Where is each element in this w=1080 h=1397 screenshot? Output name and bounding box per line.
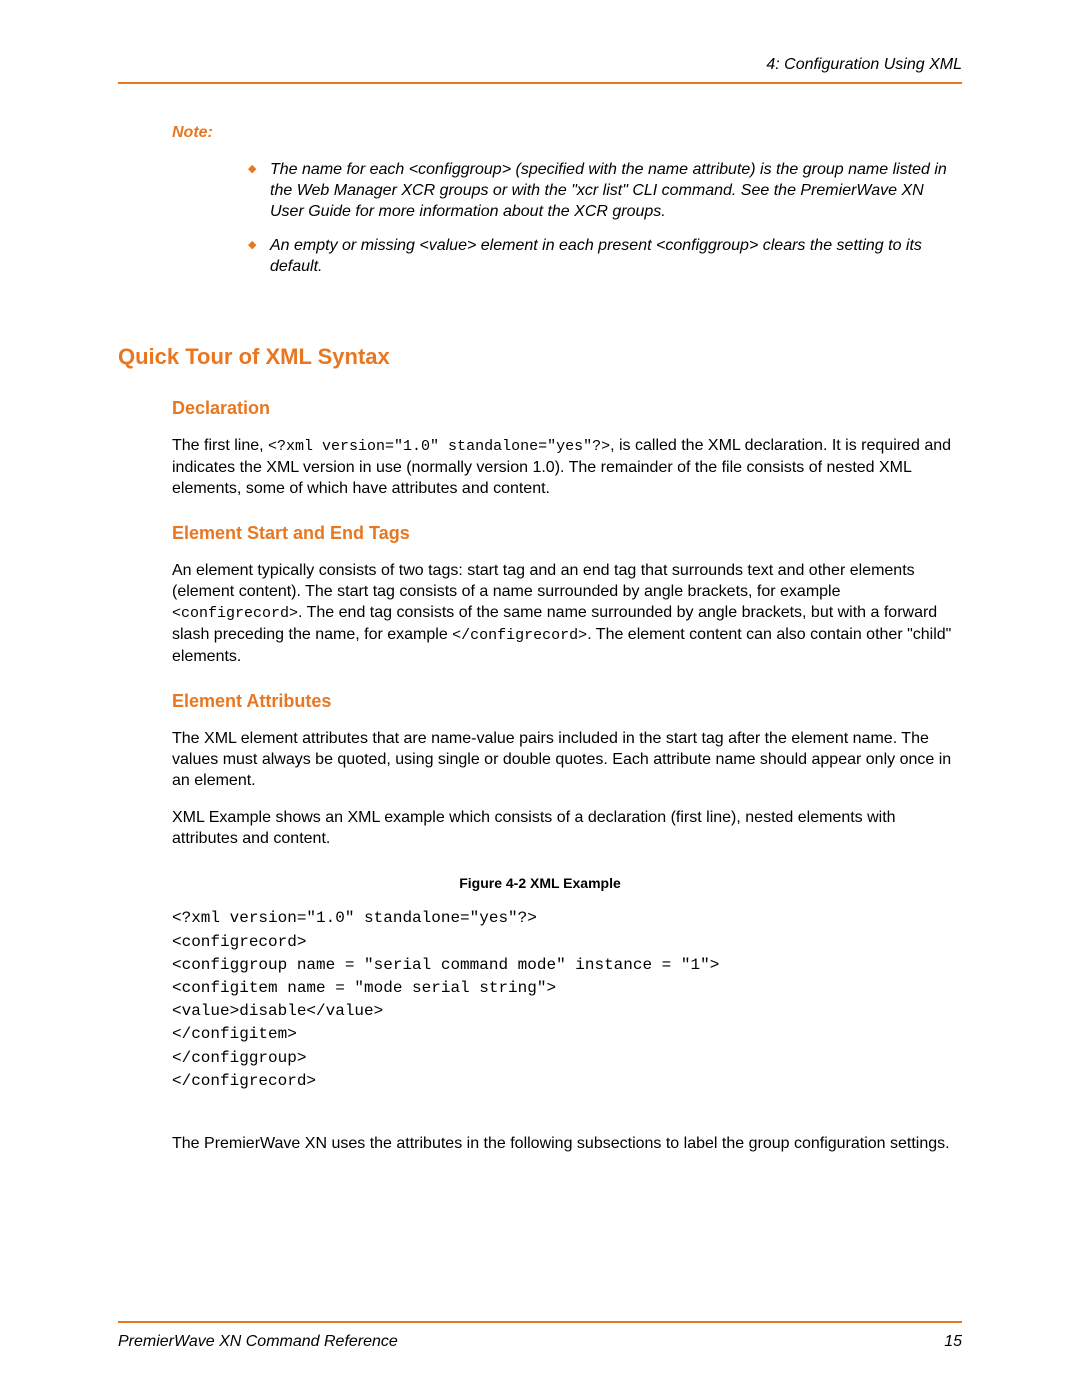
page-footer: PremierWave XN Command Reference 15 — [118, 1321, 962, 1351]
closing-text: The PremierWave XN uses the attributes i… — [172, 1133, 962, 1154]
chapter-label: 4: Configuration Using XML — [766, 56, 962, 73]
inline-code: </configrecord> — [452, 627, 587, 644]
attributes-para1: The XML element attributes that are name… — [172, 728, 962, 791]
note-list: The name for each <configgroup> (specifi… — [248, 160, 952, 278]
inline-code: <configrecord> — [172, 605, 298, 622]
subsection-tags-title: Element Start and End Tags — [172, 523, 962, 544]
text-fragment: The first line, — [172, 437, 268, 454]
xml-code-block: <?xml version="1.0" standalone="yes"?> <… — [172, 907, 962, 1093]
tags-text: An element typically consists of two tag… — [172, 560, 962, 667]
inline-code: <?xml version="1.0" standalone="yes"?> — [268, 438, 610, 455]
section-title: Quick Tour of XML Syntax — [118, 344, 962, 370]
note-item: The name for each <configgroup> (specifi… — [248, 160, 952, 222]
subsection-declaration-title: Declaration — [172, 398, 962, 419]
attributes-para2: XML Example shows an XML example which c… — [172, 807, 962, 849]
note-item: An empty or missing <value> element in e… — [248, 236, 952, 278]
text-fragment: An element typically consists of two tag… — [172, 562, 915, 600]
note-label: Note: — [172, 124, 962, 142]
page-container: 4: Configuration Using XML Note: The nam… — [0, 0, 1080, 1397]
figure-caption: Figure 4-2 XML Example — [118, 875, 962, 891]
footer-page-number: 15 — [944, 1333, 962, 1351]
footer-doc-title: PremierWave XN Command Reference — [118, 1333, 398, 1351]
subsection-attributes-title: Element Attributes — [172, 691, 962, 712]
declaration-text: The first line, <?xml version="1.0" stan… — [172, 435, 962, 499]
page-header: 4: Configuration Using XML — [118, 56, 962, 84]
